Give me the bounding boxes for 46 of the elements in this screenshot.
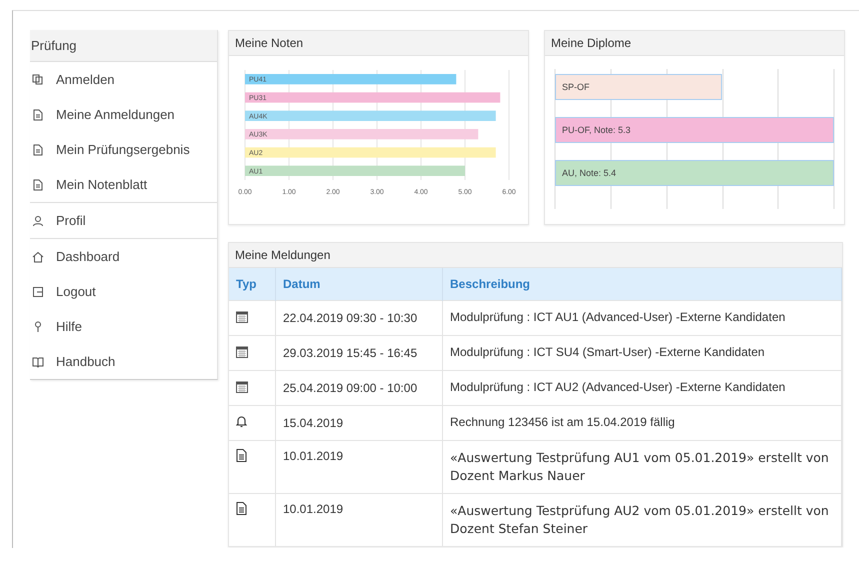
sidebar-heading: Prüfung [30,30,217,61]
document-icon [32,144,44,156]
copy-icon [32,74,44,86]
calendar-icon [236,346,248,358]
table-cell-text: Modulprüfung : ICT AU1 (Advanced-User) -Externe Kandidaten [450,309,786,326]
user-icon [32,214,44,226]
sidebar-item[interactable]: Anmelden [30,62,217,97]
column-header: Beschreibung [442,268,842,300]
table-cell-text: Modulprüfung : ICT AU2 (Advanced-User) -Externe Kandidaten [450,379,786,396]
help-icon [32,320,44,332]
document-icon [32,178,44,190]
diploma-bar: SP-OF [555,74,722,100]
column-header: Datum [276,268,442,300]
sidebar-item[interactable]: Mein Prüfungsergebnis [30,132,217,167]
table-cell: 15.04.2019 [276,406,442,440]
diploma-bar: PU-OF, Note: 5.3 [555,117,834,143]
table-cell: 22.04.2019 09:30 - 10:30 [276,300,442,336]
sidebar-item[interactable]: Meine Anmeldungen [30,97,217,132]
calendar-icon [236,310,248,322]
document-icon [236,449,247,462]
sidebar-item[interactable]: Handbuch [30,344,217,379]
table-cell-text: Modulprüfung : ICT SU4 (Smart-User) -Externe Kandidaten [450,344,766,362]
sidebar-item[interactable]: Hilfe [30,309,217,344]
table-cell: 10.01.2019 [276,494,442,546]
bell-icon [236,415,247,428]
table-cell-text: «Auswertung Testprüfung AU1 vom 05.01.2019» erstellt von Dozent Markus Nauer [450,449,830,486]
table-cell: 10.01.2019 [276,440,442,494]
book-icon [32,356,44,368]
table-cell-text: Rechnung 123456 ist am 15.04.2019 fällig [450,414,676,432]
diploma-bar: AU, Note: 5.4 [555,160,834,186]
logout-icon [32,286,44,298]
table-cell-text: «Auswertung Testprüfung AU2 vom 05.01.2019» erstellt von Dozent Stefan Steiner [450,502,830,538]
home-icon [32,250,44,262]
sidebar-item[interactable]: Dashboard [30,239,217,274]
panel-title: Meine Meldungen [229,243,842,268]
document-icon [236,502,247,515]
column-header: Typ [229,268,276,300]
sidebar-item[interactable]: Profil [30,203,217,238]
sidebar-item[interactable]: Mein Notenblatt [30,167,217,202]
table-cell: 29.03.2019 15:45 - 16:45 [276,336,442,370]
panel-title: Meine Diplome [545,31,844,56]
panel-title: Meine Noten [229,31,528,56]
table-cell: 25.04.2019 09:00 - 10:00 [276,370,442,406]
calendar-icon [236,380,248,392]
sidebar-item[interactable]: Logout [30,274,217,309]
document-icon [32,108,44,120]
